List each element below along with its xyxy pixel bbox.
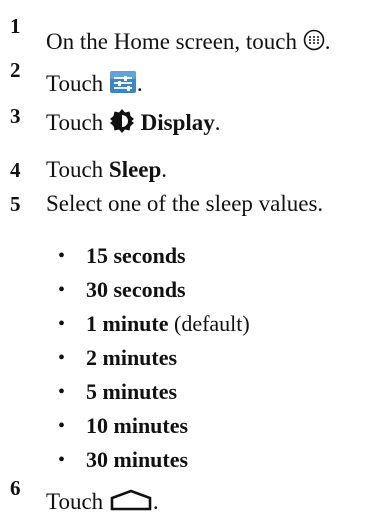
all-apps-icon — [303, 29, 325, 58]
step-text: On the Home screen, touch . — [46, 28, 331, 58]
step-text-after: . — [214, 109, 221, 135]
step-1: 1 On the Home screen, touch . — [0, 10, 384, 54]
list-item: • 10 minutes — [0, 412, 384, 446]
bullet: • — [58, 449, 66, 471]
list-item: • 5 minutes — [0, 378, 384, 412]
step-text-before: Touch — [46, 109, 104, 135]
sleep-value-note: (default) — [174, 311, 250, 336]
bullet: • — [58, 381, 66, 403]
bullet: • — [58, 347, 66, 369]
step-text: Select one of the sleep values. — [46, 191, 324, 216]
sleep-value: 30 seconds — [86, 277, 186, 302]
step-2: 2 Touch . — [0, 56, 384, 96]
step-3: 3 Touch Display. — [0, 104, 384, 144]
step-text: Touch Sleep. — [46, 156, 167, 184]
list-item: • 15 seconds — [0, 242, 384, 276]
list-item: • 2 minutes — [0, 344, 384, 378]
bullet: • — [58, 313, 66, 335]
sleep-value: 2 minutes — [86, 345, 178, 370]
sleep-value: 5 minutes — [86, 379, 178, 404]
sleep-value: 1 minute — [86, 311, 169, 336]
step-text-after: . — [161, 157, 168, 182]
step-text-before: Touch — [46, 71, 104, 96]
step-text-after: . — [324, 29, 331, 54]
step-5: 5 Select one of the sleep values. — [0, 188, 384, 228]
step-text-before: Touch — [46, 157, 104, 182]
step-bold-term: Sleep — [108, 157, 162, 182]
step-number: 5 — [10, 192, 21, 216]
instructions-page: 1 On the Home screen, touch . 2 Touch . … — [0, 0, 384, 520]
step-text: Touch . — [46, 70, 143, 101]
step-number: 6 — [10, 476, 21, 500]
step-number: 4 — [10, 158, 21, 182]
step-6: 6 Touch . — [0, 474, 384, 514]
step-text-before: Touch — [46, 489, 104, 514]
display-brightness-icon — [109, 108, 135, 141]
step-text: Touch Display. — [46, 108, 221, 141]
sleep-value: 30 minutes — [86, 447, 189, 472]
bullet: • — [58, 279, 66, 301]
sleep-value: 15 seconds — [86, 243, 186, 268]
list-item: • 1 minute (default) — [0, 310, 384, 344]
sleep-value: 10 minutes — [86, 413, 189, 438]
step-bold-term: Display — [140, 109, 215, 135]
step-number: 2 — [10, 58, 21, 82]
bullet: • — [58, 415, 66, 437]
list-item: • 30 seconds — [0, 276, 384, 310]
home-icon — [109, 489, 153, 518]
settings-icon — [109, 70, 137, 101]
step-text-before: On the Home screen, touch — [46, 29, 298, 54]
step-text: Touch . — [46, 488, 159, 518]
step-number: 1 — [10, 14, 21, 38]
sleep-values-list: • 15 seconds • 30 seconds • 1 minute (de… — [0, 242, 384, 480]
step-text-after: . — [136, 71, 143, 96]
step-number: 3 — [10, 104, 21, 128]
step-text-after: . — [152, 489, 159, 514]
bullet: • — [58, 245, 66, 267]
